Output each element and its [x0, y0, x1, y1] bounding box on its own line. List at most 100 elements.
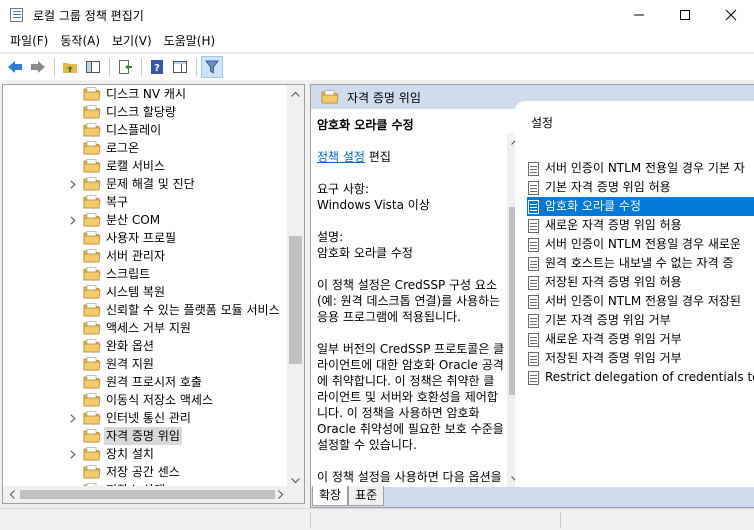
setting-item[interactable]: Restrict delegation of credentials to re	[527, 368, 754, 387]
status-separator	[310, 512, 311, 528]
folder-icon	[83, 465, 101, 479]
toolbar-separator	[109, 58, 110, 76]
menu-help[interactable]: 도움말(H)	[158, 30, 222, 52]
tree-item[interactable]: 사용자 프로필	[3, 229, 289, 247]
tab-extended[interactable]: 확장	[312, 486, 349, 506]
description-pane: 암호화 오라클 수정 정책 설정 편집 요구 사항: Windows Vista …	[311, 109, 523, 487]
tree-item[interactable]: 원격 프로시저 호출	[3, 373, 289, 391]
setting-item[interactable]: 기본 자격 증명 위임 허용	[527, 178, 754, 197]
tree-item[interactable]: 완화 옵션	[3, 337, 289, 355]
up-one-level-button[interactable]	[59, 56, 81, 78]
setting-item[interactable]: 서버 인증이 NTLM 전용일 경우 새로운	[527, 235, 754, 254]
tree-pane: 디스크 NV 캐시 디스크 할당량 디스플레이 로그온 로캘 서비스 문제 해결 및 진단…	[2, 84, 305, 504]
setting-item[interactable]: 새로운 자격 증명 위임 허용	[527, 216, 754, 235]
tree-item[interactable]: 문제 해결 및 진단	[3, 175, 289, 193]
folder-icon	[83, 429, 101, 443]
setting-item[interactable]: 서버 인증이 NTLM 전용일 경우 저장된	[527, 292, 754, 311]
toolbar-separator	[196, 58, 197, 76]
maximize-button[interactable]	[662, 0, 708, 30]
tree-item[interactable]: 액세스 거부 지원	[3, 319, 289, 337]
forward-button[interactable]	[27, 56, 49, 78]
menu-action[interactable]: 동작(A)	[54, 30, 106, 52]
tree-item[interactable]: 로그온	[3, 139, 289, 157]
requirements-label: 요구 사항:	[317, 182, 370, 196]
tab-standard[interactable]: 표준	[348, 486, 385, 506]
scroll-left-arrow-icon[interactable]	[3, 486, 20, 503]
chevron-right-icon[interactable]	[65, 175, 81, 193]
policy-tree: 디스크 NV 캐시 디스크 할당량 디스플레이 로그온 로캘 서비스 문제 해결 및 진단…	[3, 85, 289, 489]
menu-file[interactable]: 파일(F)	[4, 30, 54, 52]
edit-policy-link[interactable]: 정책 설정	[317, 150, 365, 164]
folder-icon	[83, 87, 101, 101]
tree-item[interactable]: 자격 증명 위임	[3, 427, 289, 445]
description: 설명: 암호화 오라클 수정	[317, 229, 505, 261]
setting-item-label: Restrict delegation of credentials to re	[545, 370, 754, 384]
setting-item-label: 서버 인증이 NTLM 전용일 경우 새로운	[545, 237, 741, 251]
setting-item-label: 새로운 자격 증명 위임 거부	[545, 332, 682, 346]
tree-item[interactable]: 로캘 서비스	[3, 157, 289, 175]
setting-item[interactable]: 원격 호스트는 내보낼 수 없는 자격 증	[527, 254, 754, 273]
setting-item[interactable]: 기본 자격 증명 위임 거부	[527, 311, 754, 330]
tree-item-label: 분산 COM	[106, 213, 161, 227]
setting-item[interactable]: 저장된 자격 증명 위임 거부	[527, 349, 754, 368]
setting-item[interactable]: 암호화 오라클 수정	[527, 197, 754, 216]
chevron-right-icon[interactable]	[65, 445, 81, 463]
scrollbar-thumb[interactable]	[20, 490, 275, 499]
back-button[interactable]	[4, 56, 26, 78]
export-list-button[interactable]	[114, 56, 136, 78]
setting-item-label: 저장된 자격 증명 위임 허용	[545, 275, 682, 289]
setting-item[interactable]: 저장된 자격 증명 위임 허용	[527, 273, 754, 292]
menu-view[interactable]: 보기(V)	[106, 30, 158, 52]
details-title: 자격 증명 위임	[347, 90, 421, 105]
tree-item[interactable]: 분산 COM	[3, 211, 289, 229]
folder-icon	[83, 285, 101, 299]
tree-item[interactable]: 디스크 NV 캐시	[3, 85, 289, 103]
tree-item[interactable]: 저장 공간 센스	[3, 463, 289, 481]
folder-icon	[83, 303, 101, 317]
setting-item-label: 기본 자격 증명 위임 거부	[545, 313, 671, 327]
folder-icon	[83, 267, 101, 281]
setting-item[interactable]: 서버 인증이 NTLM 전용일 경우 기본 자	[527, 159, 754, 178]
settings-pane: 설정 서버 인증이 NTLM 전용일 경우 기본 자기본 자격 증명 위임 허용…	[515, 101, 754, 487]
toolbar-separator	[54, 58, 55, 76]
requirements-value: Windows Vista 이상	[317, 198, 430, 212]
tree-item-label: 신뢰할 수 있는 플랫폼 모듈 서비스	[106, 303, 280, 317]
tree-item[interactable]: 장치 설치	[3, 445, 289, 463]
tree-item[interactable]: 디스크 할당량	[3, 103, 289, 121]
tree-item[interactable]: 신뢰할 수 있는 플랫폼 모듈 서비스	[3, 301, 289, 319]
toolbar-separator	[141, 58, 142, 76]
filter-button[interactable]	[201, 56, 223, 78]
chevron-right-icon[interactable]	[65, 211, 81, 229]
tree-item-label: 원격 프로시저 호출	[106, 375, 202, 389]
tree-item[interactable]: 스크립트	[3, 265, 289, 283]
tree-item-label: 장치 설치	[106, 447, 154, 461]
tree-item[interactable]: 이동식 저장소 액세스	[3, 391, 289, 409]
help-button[interactable]: ?	[146, 56, 168, 78]
setting-item-label: 기본 자격 증명 위임 허용	[545, 180, 671, 194]
help-icon: ?	[151, 60, 163, 74]
setting-item[interactable]: 새로운 자격 증명 위임 거부	[527, 330, 754, 349]
properties-pane-button[interactable]	[169, 56, 191, 78]
tree-item[interactable]: 시스템 복원	[3, 283, 289, 301]
tree-item[interactable]: 원격 지원	[3, 355, 289, 373]
description-paragraph-1: 이 정책 설정은 CredSSP 구성 요소(예: 원격 데스크톱 연결)를 사…	[317, 278, 501, 324]
folder-icon	[83, 177, 101, 191]
setting-item-label: 새로운 자격 증명 위임 허용	[545, 218, 682, 232]
folder-icon	[83, 123, 101, 137]
scroll-up-arrow-icon[interactable]	[287, 85, 304, 102]
edit-suffix: 편집	[364, 150, 391, 164]
tree-item[interactable]: 인터넷 통신 관리	[3, 409, 289, 427]
tree-item[interactable]: 디스플레이	[3, 121, 289, 139]
show-hide-tree-button[interactable]	[82, 56, 104, 78]
settings-column-header[interactable]: 설정	[531, 114, 553, 131]
scrollbar-thumb[interactable]	[289, 236, 302, 364]
group-policy-app-icon	[9, 7, 25, 23]
tree-item[interactable]: 복구	[3, 193, 289, 211]
tree-vertical-scrollbar[interactable]	[287, 85, 304, 489]
close-button[interactable]	[708, 0, 754, 30]
minimize-button[interactable]	[616, 0, 662, 30]
tree-item[interactable]: 서버 관리자	[3, 247, 289, 265]
chevron-right-icon[interactable]	[65, 409, 81, 427]
setting-item-label: 암호화 오라클 수정	[545, 199, 641, 213]
tree-horizontal-scrollbar[interactable]	[3, 486, 289, 503]
